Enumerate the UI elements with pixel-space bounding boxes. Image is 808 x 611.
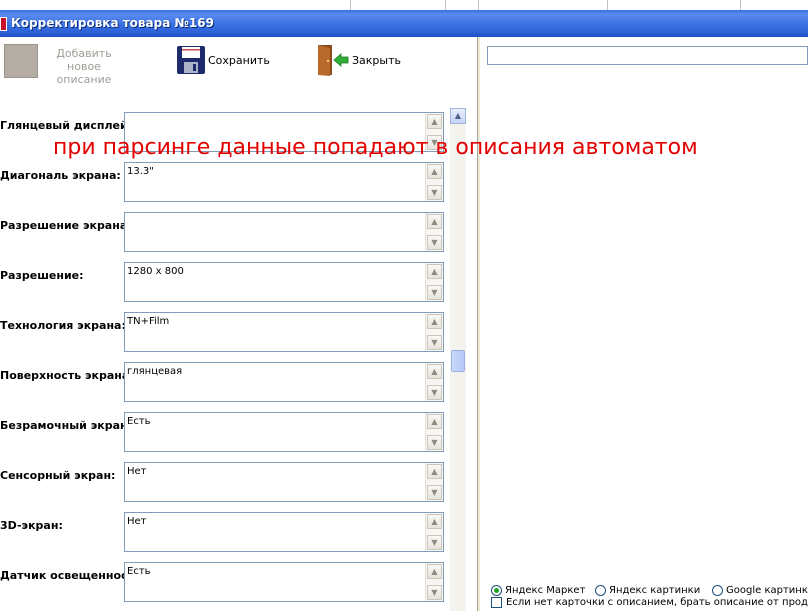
- scroll-down-icon[interactable]: ▼: [427, 335, 442, 350]
- field-scrollbar[interactable]: ▲ ▼: [425, 363, 443, 401]
- field-value: Есть: [127, 416, 151, 427]
- scroll-up-icon[interactable]: ▲: [427, 514, 442, 529]
- close-button[interactable]: Закрыть: [316, 43, 401, 77]
- field-textarea[interactable]: Нет ▲ ▼: [124, 462, 444, 502]
- strip-separator: [478, 0, 479, 10]
- scroll-down-icon[interactable]: ▼: [427, 585, 442, 600]
- fallback-checkbox-label: Если нет карточки с описанием, брать опи…: [506, 597, 808, 608]
- source-option-label: Google картинки: [726, 585, 808, 596]
- radio-selected-icon[interactable]: [491, 585, 502, 596]
- source-option-yandex-images[interactable]: Яндекс картинки: [595, 585, 700, 596]
- radio-icon[interactable]: [595, 585, 606, 596]
- strip-separator: [740, 0, 741, 10]
- field-label: Глянцевый дисплей:: [0, 119, 133, 132]
- field-value: глянцевая: [127, 366, 183, 377]
- scroll-up-icon[interactable]: ▲: [427, 114, 442, 129]
- source-option-label: Яндекс картинки: [609, 585, 701, 596]
- field-label: 3D-экран:: [0, 519, 63, 532]
- field-textarea[interactable]: Есть ▲ ▼: [124, 412, 444, 452]
- field-label: Разрешение:: [0, 269, 84, 282]
- close-label: Закрыть: [352, 53, 401, 67]
- scroll-down-icon[interactable]: ▼: [427, 235, 442, 250]
- field-value: Нет: [127, 466, 147, 477]
- field-value: 13.3": [127, 166, 154, 177]
- scroll-up-icon[interactable]: ▲: [427, 464, 442, 479]
- field-scrollbar[interactable]: ▲ ▼: [425, 263, 443, 301]
- field-row: Разрешение: 1280 x 800 ▲ ▼: [0, 262, 450, 304]
- checkbox-icon[interactable]: [491, 597, 502, 608]
- radio-icon[interactable]: [712, 585, 723, 596]
- scroll-down-icon[interactable]: ▼: [427, 435, 442, 450]
- scroll-up-icon[interactable]: ▲: [427, 164, 442, 179]
- field-textarea[interactable]: TN+Film ▲ ▼: [124, 312, 444, 352]
- field-label: Диагональ экрана:: [0, 169, 121, 182]
- field-label: Датчик освещенности: [0, 569, 142, 582]
- scroll-up-icon[interactable]: ▲: [427, 314, 442, 329]
- field-textarea[interactable]: Нет ▲ ▼: [124, 512, 444, 552]
- scroll-down-icon[interactable]: ▼: [427, 485, 442, 500]
- field-row: Безрамочный экран: Есть ▲ ▼: [0, 412, 450, 454]
- scroll-down-icon[interactable]: ▼: [427, 535, 442, 550]
- scroll-up-icon[interactable]: ▲: [427, 264, 442, 279]
- scroll-up-icon[interactable]: ▲: [427, 214, 442, 229]
- scroll-down-icon[interactable]: ▼: [427, 385, 442, 400]
- field-textarea[interactable]: Есть ▲ ▼: [124, 562, 444, 602]
- scroll-down-icon[interactable]: ▼: [427, 285, 442, 300]
- field-scrollbar[interactable]: ▲ ▼: [425, 463, 443, 501]
- field-textarea[interactable]: глянцевая ▲ ▼: [124, 362, 444, 402]
- strip-separator: [607, 0, 608, 10]
- field-textarea[interactable]: 13.3" ▲ ▼: [124, 162, 444, 202]
- field-value: TN+Film: [127, 316, 170, 327]
- scroll-up-icon[interactable]: ▲: [427, 414, 442, 429]
- field-scrollbar[interactable]: ▲ ▼: [425, 563, 443, 601]
- app-icon: [0, 17, 7, 31]
- field-textarea[interactable]: ▲ ▼: [124, 212, 444, 252]
- window-title: Корректировка товара №169: [11, 16, 214, 30]
- field-row: Сенсорный экран: Нет ▲ ▼: [0, 462, 450, 504]
- field-value: Есть: [127, 566, 151, 577]
- scroll-down-icon[interactable]: ▼: [427, 185, 442, 200]
- save-label: Сохранить: [208, 53, 270, 67]
- scroll-up-icon[interactable]: ▲: [427, 564, 442, 579]
- field-scrollbar[interactable]: ▲ ▼: [425, 163, 443, 201]
- window-titlebar[interactable]: Корректировка товара №169: [0, 10, 808, 37]
- field-scrollbar[interactable]: ▲ ▼: [425, 413, 443, 451]
- scroll-up-icon[interactable]: ▲: [427, 364, 442, 379]
- scrollbar-thumb[interactable]: [451, 350, 465, 372]
- search-input[interactable]: [487, 46, 808, 65]
- field-row: 3D-экран: Нет ▲ ▼: [0, 512, 450, 554]
- strip-separator: [445, 0, 446, 10]
- form-scrollbar[interactable]: ▲: [450, 108, 466, 611]
- field-row: Датчик освещенности Есть ▲ ▼: [0, 562, 450, 604]
- field-label: Поверхность экрана:: [0, 369, 134, 382]
- add-description-label: Добавить новое описание: [56, 47, 112, 86]
- field-scrollbar[interactable]: ▲ ▼: [425, 513, 443, 551]
- scroll-up-icon[interactable]: ▲: [450, 108, 466, 124]
- save-button[interactable]: Сохранить: [176, 45, 270, 75]
- field-scrollbar[interactable]: ▲ ▼: [425, 213, 443, 251]
- field-row: Диагональ экрана: 13.3" ▲ ▼: [0, 162, 450, 204]
- fallback-checkbox-row[interactable]: Если нет карточки с описанием, брать опи…: [491, 597, 808, 608]
- field-label: Разрешение экрана:: [0, 219, 132, 232]
- source-option-google-images[interactable]: Google картинки: [712, 585, 808, 596]
- field-row: Технология экрана: TN+Film ▲ ▼: [0, 312, 450, 354]
- add-description-icon: [4, 44, 38, 78]
- add-description-button[interactable]: Добавить новое описание: [4, 44, 112, 86]
- field-value: Нет: [127, 516, 147, 527]
- field-label: Сенсорный экран:: [0, 469, 116, 482]
- source-option-yandex-market[interactable]: Яндекс Маркет: [491, 585, 585, 596]
- field-scrollbar[interactable]: ▲ ▼: [425, 313, 443, 351]
- field-value: 1280 x 800: [127, 266, 184, 277]
- source-option-label: Яндекс Маркет: [505, 585, 586, 596]
- strip-separator: [350, 0, 351, 10]
- right-panel: [481, 37, 808, 611]
- floppy-disk-icon: [177, 46, 205, 74]
- field-label: Технология экрана:: [0, 319, 126, 332]
- field-row: Поверхность экрана: глянцевая ▲ ▼: [0, 362, 450, 404]
- door-exit-icon: [318, 45, 349, 76]
- field-textarea[interactable]: 1280 x 800 ▲ ▼: [124, 262, 444, 302]
- annotation-overlay-text: при парсинге данные попадают в описания …: [53, 135, 698, 160]
- field-label: Безрамочный экран:: [0, 419, 132, 432]
- field-row: Разрешение экрана: ▲ ▼: [0, 212, 450, 254]
